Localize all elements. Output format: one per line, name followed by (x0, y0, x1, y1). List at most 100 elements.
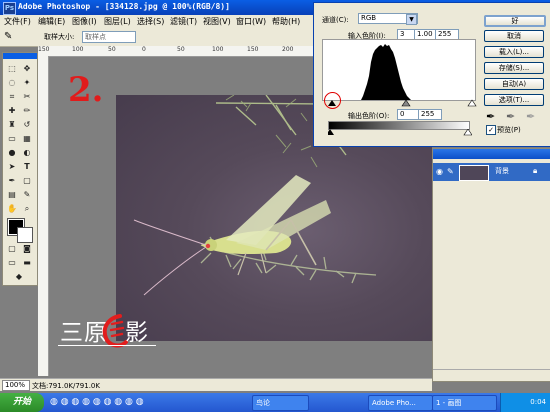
sample-size-select[interactable]: 取样点 (82, 31, 136, 43)
input-sliders[interactable] (322, 99, 478, 107)
menu-help[interactable]: 帮助(H) (272, 16, 300, 27)
menu-image[interactable]: 图像(I) (72, 16, 97, 27)
jump-to-imageready-icon[interactable]: ◆ (13, 271, 25, 283)
ruler-tick: 150 (38, 46, 50, 53)
quick-mask-mode-icon[interactable]: ◙ (21, 243, 33, 255)
clock: 0:04 (530, 398, 546, 406)
ruler-tick: 150 (247, 46, 259, 53)
step-number: 2. (68, 70, 104, 110)
eyedropper-tool-icon[interactable]: ✎ (21, 189, 33, 201)
taskbar-task-forum[interactable]: 鸟论 (252, 395, 309, 411)
brush-tool-icon[interactable]: ✏ (21, 105, 33, 117)
layer-name: 背景 (495, 167, 509, 175)
eyedropper-icon[interactable]: ✎ (4, 31, 12, 42)
marquee-tool-icon[interactable]: ⬚ (6, 63, 18, 75)
options-button[interactable]: 选项(T)... (484, 94, 544, 106)
quick-launch-icons[interactable]: ◍ ◍ ◍ ◍ ◍ ◍ ◍ ◍ ◍ (50, 397, 144, 407)
background-color-swatch[interactable] (17, 227, 33, 243)
output-black-field[interactable]: 0 (397, 109, 419, 120)
blur-tool-icon[interactable]: ● (6, 147, 18, 159)
menu-layer[interactable]: 图层(L) (104, 16, 131, 27)
white-eyedropper-icon[interactable]: ✒ (526, 110, 535, 123)
layer-thumbnail (459, 165, 489, 181)
layers-panel-footer (433, 369, 550, 381)
crop-tool-icon[interactable]: ⌗ (6, 91, 18, 103)
notes-tool-icon[interactable]: ▤ (6, 189, 18, 201)
hand-tool-icon[interactable]: ✋ (6, 203, 18, 215)
options-bar: ✎ 取样大小: 取样点 (0, 28, 320, 47)
lasso-tool-icon[interactable]: ◌ (6, 77, 18, 89)
screen-mode-full-icon[interactable]: ▬ (21, 257, 33, 269)
move-tool-icon[interactable]: ✥ (21, 63, 33, 75)
toolbox: ⬚ ✥ ◌ ✦ ⌗ ✂ ✚ ✏ ♜ ↺ ▭ ▦ ● ◐ ➤ T ✒ ▢ ▤ ✎ … (2, 52, 38, 286)
menu-filter[interactable]: 滤镜(T) (170, 16, 197, 27)
layers-panel: ◉ ✎ 背景 🔒︎ (432, 148, 550, 382)
screen-mode-standard-icon[interactable]: ▭ (6, 257, 18, 269)
dodge-tool-icon[interactable]: ◐ (21, 147, 33, 159)
start-button[interactable]: 开始 (0, 393, 44, 412)
pen-tool-icon[interactable]: ✒ (6, 175, 18, 187)
magic-wand-tool-icon[interactable]: ✦ (21, 77, 33, 89)
window-title: Adobe Photoshop - [334128.jpg @ 100%(RGB… (18, 2, 230, 11)
watermark-underline (58, 345, 156, 346)
layer-brush-icon: ✎ (447, 167, 454, 176)
zoom-field[interactable]: 100% (2, 380, 30, 391)
menu-window[interactable]: 窗口(W) (236, 16, 266, 27)
grasshopper (133, 175, 331, 296)
levels-dialog: 通道(C): RGB ▼ 输入色阶(I): 3 1.00 255 输出色阶(O)… (313, 2, 550, 147)
preview-checkbox[interactable]: ✓ (486, 125, 496, 135)
black-eyedropper-icon[interactable]: ✒ (486, 110, 495, 123)
output-sliders[interactable] (328, 129, 472, 136)
histogram-graph (361, 44, 411, 100)
standard-mode-icon[interactable]: ▢ (6, 243, 18, 255)
cancel-button[interactable]: 取消 (484, 30, 544, 42)
save-button[interactable]: 存储(S)... (484, 62, 544, 74)
channel-label: 通道(C): (322, 16, 349, 24)
chevron-down-icon[interactable]: ▼ (406, 14, 417, 25)
status-bar: 100% 文档:791.0K/791.0K (0, 378, 432, 391)
taskbar-task-paint[interactable]: 1 - 画图 (432, 395, 497, 411)
watermark-text-right: 影 (125, 320, 148, 346)
layer-lock-icon: 🔒︎ (533, 166, 538, 175)
ruler-vertical (38, 56, 49, 376)
menu-bar: 文件(F) 编辑(E) 图像(I) 图层(L) 选择(S) 滤镜(T) 视图(V… (0, 15, 320, 29)
sample-size-label: 取样大小: (44, 33, 75, 41)
output-levels-label: 输出色阶(O): (348, 112, 390, 120)
eraser-tool-icon[interactable]: ▭ (6, 133, 18, 145)
menu-file[interactable]: 文件(F) (4, 16, 31, 27)
system-tray: 0:04 (500, 393, 550, 412)
slice-tool-icon[interactable]: ✂ (21, 91, 33, 103)
menu-edit[interactable]: 编辑(E) (38, 16, 65, 27)
ruler-tick: 50 (108, 46, 116, 53)
zoom-tool-icon[interactable]: ⌕ (21, 203, 33, 215)
ruler-tick: 50 (177, 46, 185, 53)
auto-button[interactable]: 自动(A) (484, 78, 544, 90)
photoshop-app-icon: Ps (3, 2, 16, 15)
ok-button[interactable]: 好 (484, 15, 546, 27)
black-point-highlight-circle (324, 92, 341, 109)
gradient-tool-icon[interactable]: ▦ (21, 133, 33, 145)
document-size: 文档:791.0K/791.0K (32, 382, 100, 390)
taskbar-task-photoshop[interactable]: Adobe Pho... (368, 395, 433, 411)
menu-view[interactable]: 视图(V) (203, 16, 231, 27)
shape-tool-icon[interactable]: ▢ (21, 175, 33, 187)
output-white-field[interactable]: 255 (418, 109, 442, 120)
ruler-tick: 0 (142, 46, 146, 53)
ruler-tick: 100 (212, 46, 224, 53)
load-button[interactable]: 载入(L)... (484, 46, 544, 58)
type-tool-icon[interactable]: T (21, 161, 33, 173)
menu-select[interactable]: 选择(S) (137, 16, 164, 27)
history-brush-tool-icon[interactable]: ↺ (21, 119, 33, 131)
ruler-tick: 100 (72, 46, 84, 53)
ruler-tick: 200 (282, 46, 294, 53)
path-selection-tool-icon[interactable]: ➤ (6, 161, 18, 173)
taskbar: 开始 ◍ ◍ ◍ ◍ ◍ ◍ ◍ ◍ ◍ 鸟论 Adobe Pho... 1 -… (0, 393, 550, 412)
preview-label: 预览(P) (497, 126, 521, 134)
clone-stamp-tool-icon[interactable]: ♜ (6, 119, 18, 131)
layer-visibility-eye-icon[interactable]: ◉ (436, 167, 443, 176)
toolbox-header[interactable] (3, 53, 37, 59)
gray-eyedropper-icon[interactable]: ✒ (506, 110, 515, 123)
healing-brush-tool-icon[interactable]: ✚ (6, 105, 18, 117)
layers-panel-header[interactable] (433, 149, 550, 159)
histogram (322, 39, 476, 101)
